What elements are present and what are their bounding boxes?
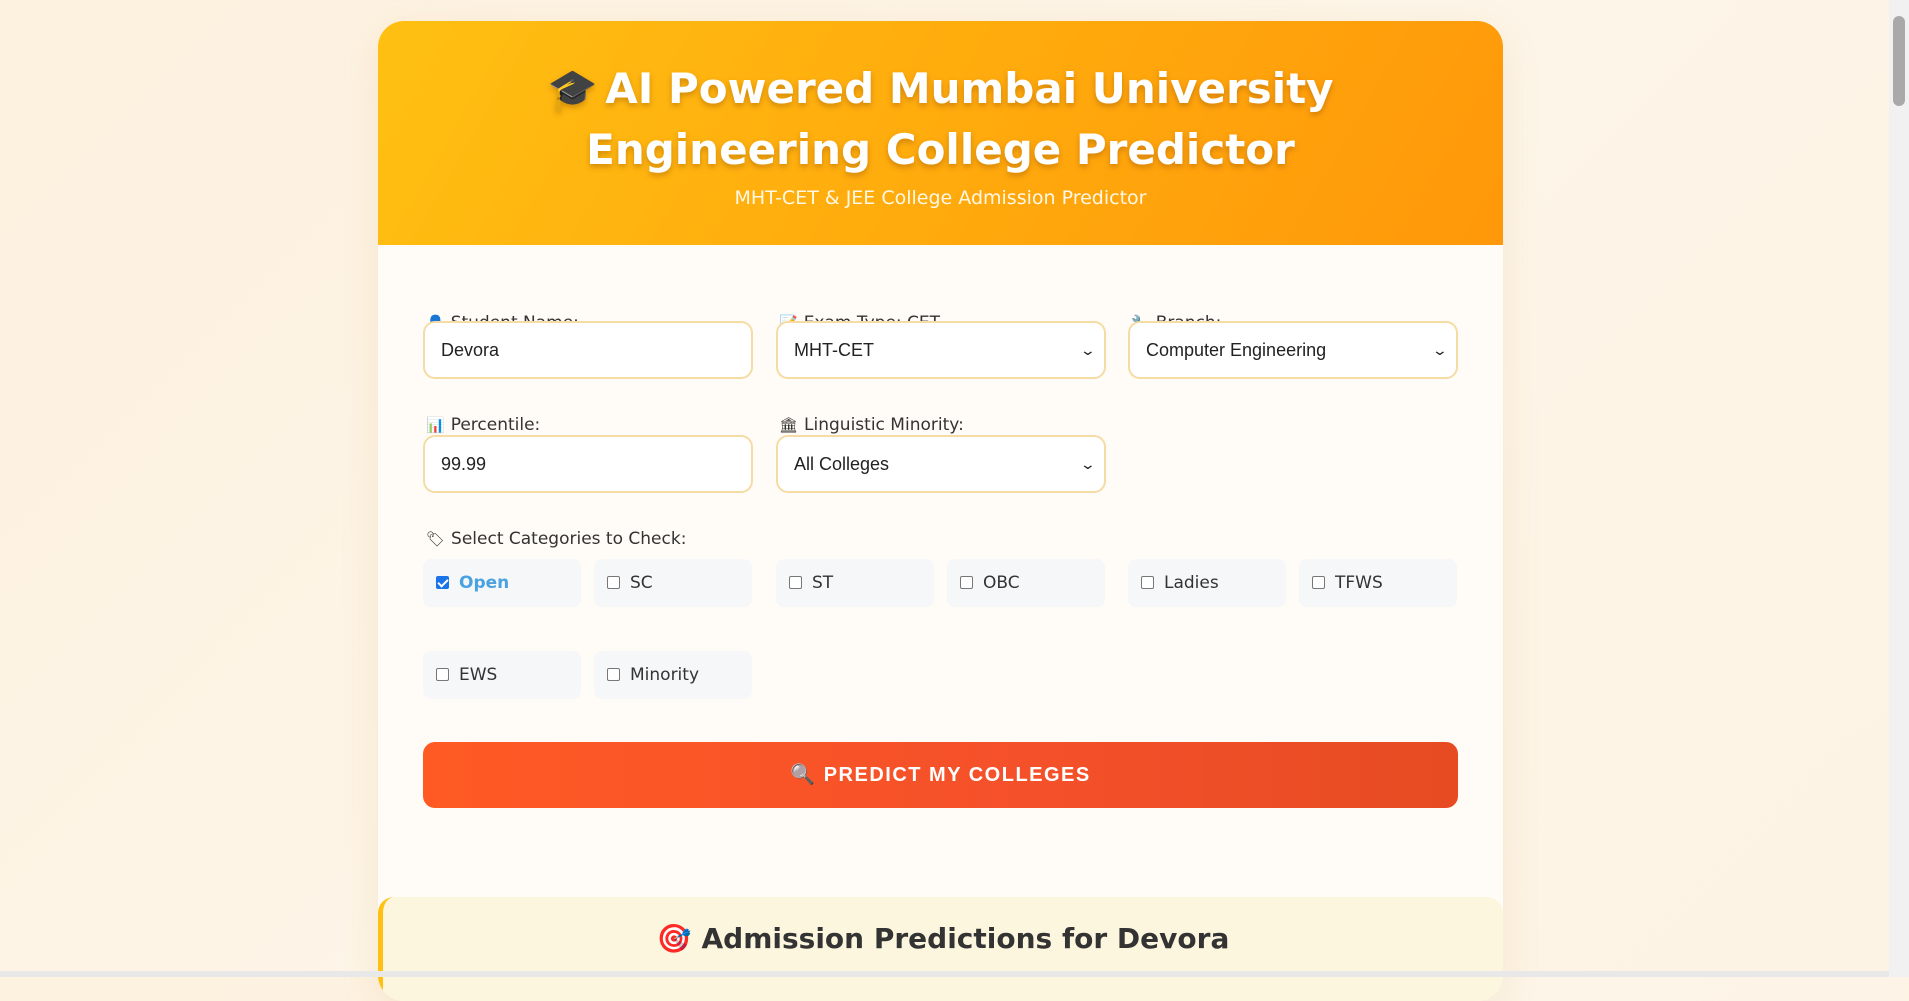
checkbox-icon[interactable] bbox=[789, 576, 802, 589]
branch-value: Computer Engineering bbox=[1146, 340, 1327, 360]
results-section: 🎯 Admission Predictions for Devora bbox=[378, 897, 1503, 1001]
scrollbar-thumb[interactable] bbox=[1893, 16, 1905, 106]
checkbox-icon[interactable] bbox=[607, 668, 620, 681]
bar-chart-icon: 📊 bbox=[426, 416, 445, 434]
checkbox-icon[interactable] bbox=[1312, 576, 1325, 589]
percentile-label: 📊 Percentile: bbox=[426, 415, 541, 435]
category-st-checkbox[interactable]: ST bbox=[776, 559, 934, 607]
category-ews-checkbox[interactable]: EWS bbox=[423, 651, 581, 699]
horizontal-scrollbar[interactable] bbox=[0, 971, 1889, 977]
branch-select[interactable]: Computer Engineering ⌄ bbox=[1128, 321, 1458, 379]
checkbox-checked-icon[interactable] bbox=[436, 576, 449, 589]
minority-value: All Colleges bbox=[794, 454, 890, 474]
category-obc-checkbox[interactable]: OBC bbox=[947, 559, 1105, 607]
tag-icon: 🏷 bbox=[426, 530, 446, 548]
checkbox-icon[interactable] bbox=[1141, 576, 1154, 589]
category-open-checkbox[interactable]: Open bbox=[423, 559, 581, 607]
title-text: AI Powered Mumbai University Engineering… bbox=[586, 64, 1334, 174]
minority-select[interactable]: All Colleges ⌄ bbox=[776, 435, 1106, 493]
predictor-card: 🎓 AI Powered Mumbai University Engineerin… bbox=[378, 21, 1503, 1001]
predict-button[interactable]: 🔍 PREDICT MY COLLEGES bbox=[423, 742, 1458, 808]
category-minority-checkbox[interactable]: Minority bbox=[594, 651, 752, 699]
vertical-scrollbar[interactable] bbox=[1889, 0, 1909, 977]
chevron-down-icon: ⌄ bbox=[1431, 342, 1449, 358]
category-ladies-checkbox[interactable]: Ladies bbox=[1128, 559, 1286, 607]
student-name-input[interactable]: Devora bbox=[423, 321, 753, 379]
minority-label: 🏛 Linguistic Minority: bbox=[779, 415, 964, 435]
page-subtitle: MHT-CET & JEE College Admission Predicto… bbox=[734, 187, 1147, 209]
checkbox-icon[interactable] bbox=[607, 576, 620, 589]
checkbox-icon[interactable] bbox=[436, 668, 449, 681]
target-icon: 🎯 bbox=[656, 922, 692, 955]
results-title: 🎯 Admission Predictions for Devora bbox=[656, 922, 1230, 955]
graduation-cap-icon: 🎓 bbox=[547, 67, 598, 113]
checkbox-icon[interactable] bbox=[960, 576, 973, 589]
chevron-down-icon: ⌄ bbox=[1079, 456, 1097, 472]
exam-type-select[interactable]: MHT-CET ⌄ bbox=[776, 321, 1106, 379]
categories-label: 🏷 Select Categories to Check: bbox=[426, 529, 687, 549]
percentile-input[interactable]: 99.99 bbox=[423, 435, 753, 493]
header-banner: 🎓 AI Powered Mumbai University Engineerin… bbox=[378, 21, 1503, 245]
page-title: 🎓 AI Powered Mumbai University Engineerin… bbox=[418, 59, 1463, 180]
chevron-down-icon: ⌄ bbox=[1079, 342, 1097, 358]
category-tfws-checkbox[interactable]: TFWS bbox=[1299, 559, 1457, 607]
category-sc-checkbox[interactable]: SC bbox=[594, 559, 752, 607]
bank-icon: 🏛 bbox=[779, 416, 799, 434]
exam-type-value: MHT-CET bbox=[794, 340, 874, 360]
